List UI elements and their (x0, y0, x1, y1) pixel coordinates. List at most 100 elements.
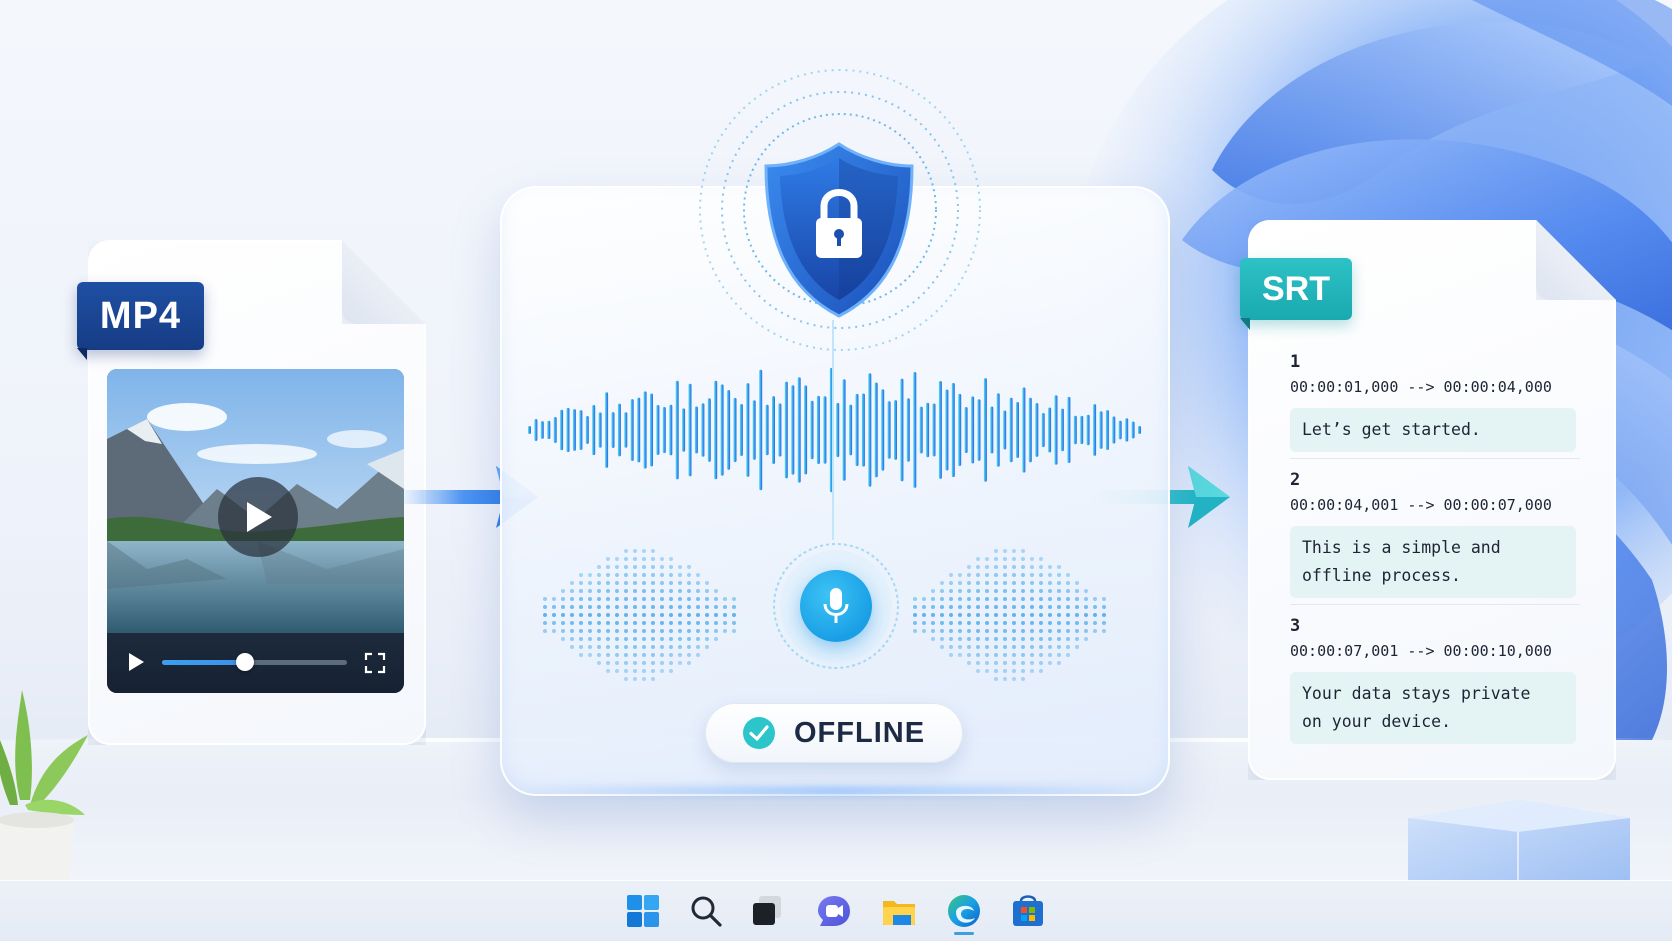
sound-dot (633, 621, 637, 625)
sound-dot (940, 629, 944, 633)
sound-dot (552, 629, 556, 633)
sound-dot (660, 629, 664, 633)
waveform-bar (772, 396, 775, 464)
sound-dot (994, 565, 998, 569)
sound-dot (597, 605, 601, 609)
sound-dot (1039, 653, 1043, 657)
sound-dot (967, 637, 971, 641)
sound-dot (624, 565, 628, 569)
sound-dot (994, 589, 998, 593)
sound-dot (597, 613, 601, 617)
sound-dot (958, 621, 962, 625)
sound-dot (687, 573, 691, 577)
sound-dot (1003, 557, 1007, 561)
sound-dot (669, 669, 673, 673)
sound-dot (543, 621, 547, 625)
task-view-icon[interactable] (750, 893, 786, 929)
sound-dot (678, 629, 682, 633)
edge-icon[interactable] (946, 893, 982, 929)
waveform-bar (688, 383, 692, 477)
sound-dot (1057, 645, 1061, 649)
waveform-bar (714, 380, 718, 480)
sound-dot (579, 629, 583, 633)
sound-dot (624, 645, 628, 649)
sound-dot (579, 613, 583, 617)
sound-dot (1021, 597, 1025, 601)
sound-dot (714, 613, 718, 617)
waveform-bar (630, 399, 634, 461)
sound-dot (1030, 661, 1034, 665)
sound-dot (1012, 613, 1016, 617)
waveform-bar (727, 390, 731, 470)
sound-dot (1066, 589, 1070, 593)
search-icon[interactable] (688, 893, 724, 929)
sound-dot (967, 653, 971, 657)
sound-dot (985, 589, 989, 593)
sound-dot (976, 613, 980, 617)
sound-dot (985, 605, 989, 609)
sound-dot (967, 661, 971, 665)
sound-dot (1057, 589, 1061, 593)
sound-dot (1093, 605, 1097, 609)
waveform-bar (855, 393, 859, 467)
sound-dot (1030, 637, 1034, 641)
sound-dot (561, 613, 565, 617)
chat-icon[interactable] (816, 893, 852, 929)
sound-dot (606, 605, 610, 609)
sound-dot (579, 637, 583, 641)
sound-dot (922, 605, 926, 609)
sound-dot (949, 597, 953, 601)
sound-dot (985, 597, 989, 601)
sound-dot (633, 581, 637, 585)
sound-dot (597, 661, 601, 665)
sound-dot (705, 645, 709, 649)
sound-dot (732, 605, 736, 609)
sound-dot (624, 637, 628, 641)
sound-dot (967, 629, 971, 633)
sound-dot (1030, 565, 1034, 569)
sound-dot (633, 597, 637, 601)
sound-dot (1039, 661, 1043, 665)
start-icon[interactable] (625, 893, 661, 929)
sound-dot (570, 605, 574, 609)
sound-dot (606, 669, 610, 673)
play-control-icon[interactable] (127, 652, 145, 672)
sound-dot (570, 597, 574, 601)
sound-dot (660, 661, 664, 665)
subtitle-timestamp: 00:00:01,000 --> 00:00:04,000 (1290, 378, 1552, 396)
fullscreen-icon[interactable] (364, 652, 386, 674)
sound-dot (570, 621, 574, 625)
sound-dot (606, 573, 610, 577)
sound-dot (606, 581, 610, 585)
sound-dot (543, 629, 547, 633)
sound-dot (615, 605, 619, 609)
sound-dot (1066, 653, 1070, 657)
waveform-bar (1048, 407, 1052, 453)
store-icon[interactable] (1010, 893, 1046, 929)
sound-dot (1021, 677, 1025, 681)
waveform-bar (733, 397, 737, 463)
sound-dot (561, 629, 565, 633)
sound-dot (588, 629, 592, 633)
divider (1290, 604, 1580, 605)
sound-dot (922, 629, 926, 633)
sound-dot (994, 637, 998, 641)
waveform-bar (752, 400, 756, 460)
sound-dot (994, 621, 998, 625)
sound-dot (633, 565, 637, 569)
sound-dot (678, 613, 682, 617)
sound-dot (931, 637, 935, 641)
waveform-bar (842, 379, 846, 481)
play-button[interactable] (218, 477, 298, 557)
sound-dot (579, 573, 583, 577)
sound-dot (1057, 597, 1061, 601)
microphone-button[interactable] (800, 570, 872, 642)
sound-dot (570, 589, 574, 593)
file-explorer-icon[interactable] (881, 893, 917, 929)
waveform-bar (868, 373, 872, 487)
waveform-bar (534, 419, 538, 441)
sound-dot (967, 589, 971, 593)
sound-dot (678, 565, 682, 569)
waveform-bar (1099, 411, 1103, 449)
sound-dot (913, 629, 917, 633)
